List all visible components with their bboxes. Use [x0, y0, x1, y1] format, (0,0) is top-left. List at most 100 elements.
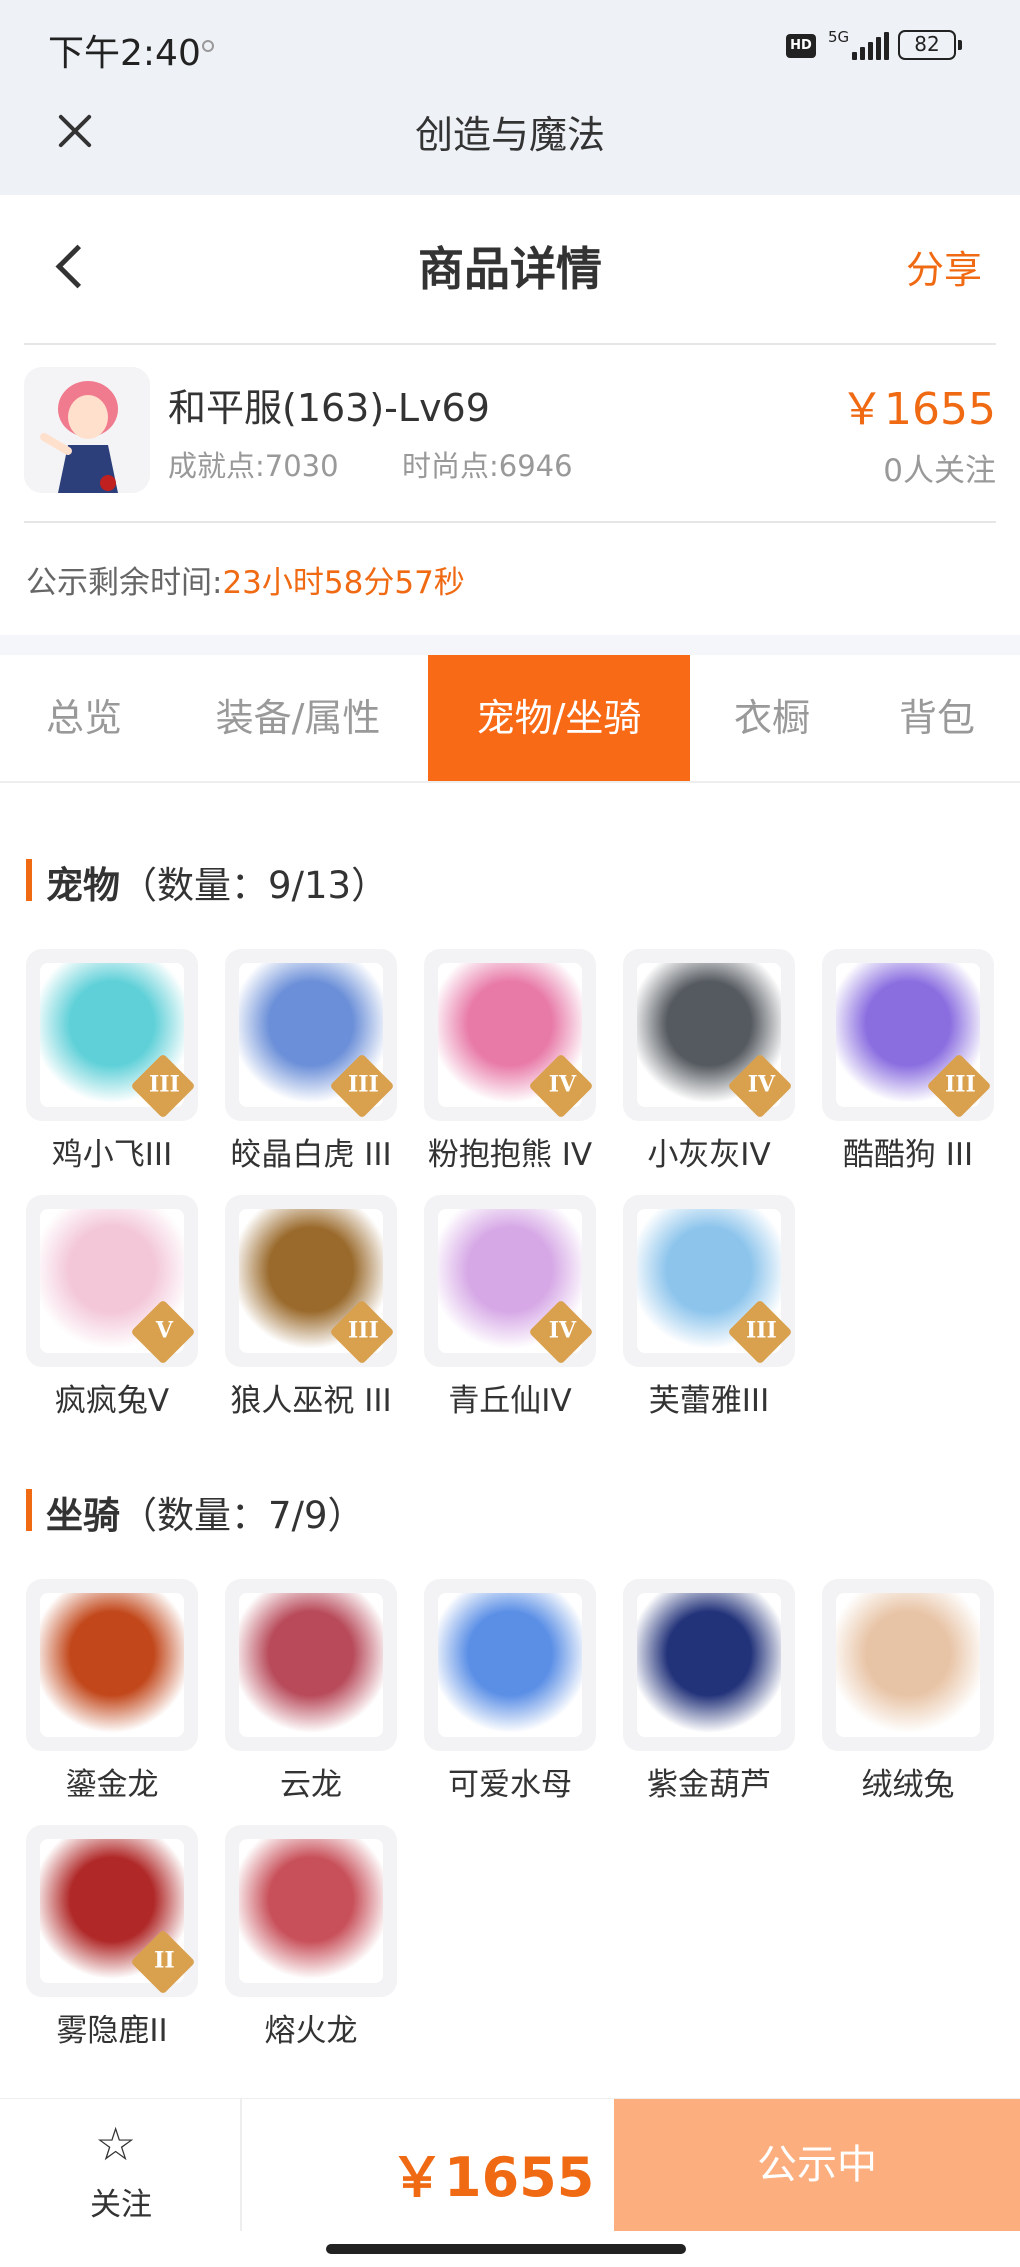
pet-name: 鸡小飞III [51, 1137, 173, 1173]
pet-name: 小灰灰IV [647, 1137, 771, 1173]
mount-name: 熔火龙 [264, 2013, 358, 2049]
location-icon [202, 40, 214, 52]
signal-icon [852, 32, 889, 60]
pet-thumbnail: III [623, 1195, 795, 1367]
rank-label: IV [548, 1071, 577, 1098]
mount-name: 鎏金龙 [65, 1767, 159, 1803]
pet-name: 青丘仙IV [448, 1383, 572, 1419]
home-indicator[interactable] [326, 2244, 686, 2254]
pet-name: 皎晶白虎 III [230, 1137, 392, 1173]
mount-name: 紫金葫芦 [647, 1767, 771, 1803]
divider [24, 521, 996, 523]
mount-image [40, 1593, 184, 1737]
pet-item[interactable]: IV 粉抱抱熊 IV [424, 949, 596, 1195]
pet-item[interactable]: III 鸡小飞III [26, 949, 198, 1195]
mount-name: 雾隐鹿II [56, 2013, 168, 2049]
tab-overview[interactable]: 总览 [0, 655, 168, 781]
mount-thumbnail [26, 1579, 198, 1751]
mount-image [836, 1593, 980, 1737]
pet-thumbnail: IV [424, 949, 596, 1121]
rank-label: II [154, 1947, 175, 1974]
pet-item[interactable]: IV 青丘仙IV [424, 1195, 596, 1441]
rank-label: IV [548, 1317, 577, 1344]
app-title: 创造与魔法 [414, 113, 605, 157]
mount-thumbnail [225, 1579, 397, 1751]
mount-image [239, 1593, 383, 1737]
mount-item[interactable]: 紫金葫芦 [623, 1579, 795, 1825]
pet-name: 芙蕾雅III [648, 1383, 770, 1419]
detail-tabs: 总览 装备/属性 宠物/坐骑 衣橱 背包 [0, 655, 1020, 783]
follow-button[interactable]: ☆ 关注 [0, 2099, 242, 2231]
rank-label: III [347, 1317, 379, 1344]
mount-name: 云龙 [280, 1767, 342, 1803]
tab-backpack[interactable]: 背包 [854, 655, 1020, 781]
network-type: 5G [828, 28, 850, 46]
battery-icon: 82 [898, 30, 962, 60]
star-icon: ☆ [95, 2117, 137, 2171]
mount-thumbnail: II [26, 1825, 198, 1997]
pets-title: 宠物 [46, 864, 120, 907]
pet-name: 狼人巫祝 III [230, 1383, 392, 1419]
pet-item[interactable]: V 疯疯兔V [26, 1195, 198, 1441]
rank-label: III [148, 1071, 180, 1098]
follow-label: 关注 [90, 2187, 152, 2223]
publicity-time: 公示剩余时间:23小时58分57秒 [26, 557, 465, 602]
tab-equipment[interactable]: 装备/属性 [168, 655, 428, 781]
publicity-status-button[interactable]: 公示中 [614, 2099, 1020, 2231]
rank-label: III [745, 1317, 777, 1344]
pets-section-title: 宠物（数量：9/13） [26, 855, 388, 909]
pet-item[interactable]: III 芙蕾雅III [623, 1195, 795, 1441]
mount-image [438, 1593, 582, 1737]
share-button[interactable]: 分享 [906, 239, 982, 294]
mount-thumbnail [225, 1825, 397, 1997]
rank-label: IV [747, 1071, 776, 1098]
mount-thumbnail [424, 1579, 596, 1751]
mounts-count: （数量：7/9） [120, 1494, 365, 1537]
pet-item[interactable]: IV 小灰灰IV [623, 949, 795, 1195]
pet-thumbnail: III [225, 1195, 397, 1367]
pet-item[interactable]: III 皎晶白虎 III [225, 949, 397, 1195]
page-navbar: 商品详情 分享 [0, 195, 1020, 343]
mounts-section-title: 坐骑（数量：7/9） [26, 1485, 365, 1539]
pet-thumbnail: V [26, 1195, 198, 1367]
pet-thumbnail: III [225, 949, 397, 1121]
app-header-zone: 下午2:40 HD 5G 82 创造与魔法 [0, 0, 1020, 195]
mount-item[interactable]: 熔火龙 [225, 1825, 397, 2071]
pet-item[interactable]: III 狼人巫祝 III [225, 1195, 397, 1441]
publicity-countdown: 23小时58分57秒 [222, 565, 465, 601]
follower-count: 0人关注 [883, 453, 996, 489]
pet-name: 粉抱抱熊 IV [427, 1137, 593, 1173]
achievement-points: 成就点:7030 [168, 449, 339, 483]
rank-label: III [347, 1071, 379, 1098]
rank-label: III [944, 1071, 976, 1098]
mount-item[interactable]: 鎏金龙 [26, 1579, 198, 1825]
status-time: 下午2:40 [48, 33, 201, 74]
mount-image [239, 1839, 383, 1983]
rank-label: V [155, 1317, 173, 1344]
product-summary[interactable]: 和平服(163)-Lv69 成就点:7030 时尚点:6946 ￥1655 0人… [0, 345, 1020, 521]
mount-item[interactable]: 绒绒兔 [822, 1579, 994, 1825]
character-avatar [24, 367, 150, 493]
pet-thumbnail: III [26, 949, 198, 1121]
bottom-price: ￥1655 [390, 2146, 595, 2209]
tab-pets-mounts[interactable]: 宠物/坐骑 [428, 655, 690, 781]
product-name: 和平服(163)-Lv69 [168, 386, 490, 430]
product-price: ￥1655 [840, 384, 996, 435]
mount-image [637, 1593, 781, 1737]
section-separator [0, 635, 1020, 655]
hd-icon: HD [786, 34, 816, 58]
status-bar: 下午2:40 HD 5G 82 [0, 0, 1020, 90]
mount-thumbnail [623, 1579, 795, 1751]
mount-item[interactable]: 可爱水母 [424, 1579, 596, 1825]
pet-name: 酷酷狗 III [842, 1137, 974, 1173]
mount-name: 绒绒兔 [861, 1767, 955, 1803]
fashion-points: 时尚点:6946 [402, 449, 573, 483]
pet-thumbnail: III [822, 949, 994, 1121]
tab-wardrobe[interactable]: 衣橱 [690, 655, 854, 781]
app-bar: 创造与魔法 [0, 90, 1020, 195]
pet-name: 疯疯兔V [54, 1383, 170, 1419]
pet-item[interactable]: III 酷酷狗 III [822, 949, 994, 1195]
pets-count: （数量：9/13） [120, 864, 389, 907]
mount-item[interactable]: II 雾隐鹿II [26, 1825, 198, 2071]
mount-item[interactable]: 云龙 [225, 1579, 397, 1825]
